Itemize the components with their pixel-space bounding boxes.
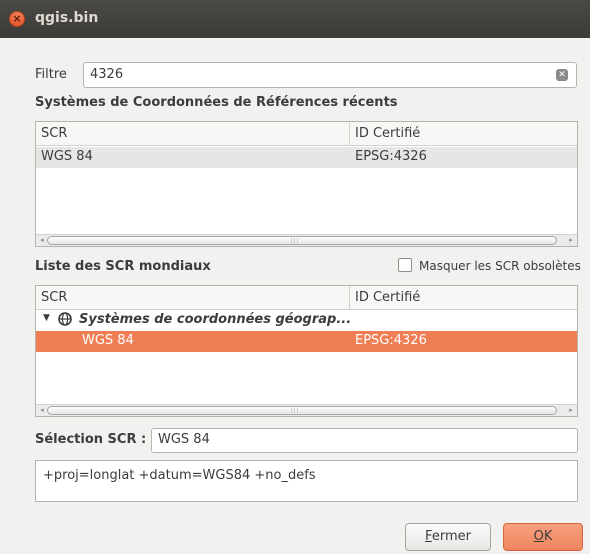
scrollbar-thumb[interactable]: ||| [47, 236, 557, 245]
close-button[interactable]: Fermer [405, 523, 491, 551]
table-row-selected[interactable]: WGS 84 EPSG:4326 [36, 331, 577, 352]
filter-label: Filtre [35, 67, 67, 82]
horizontal-scrollbar[interactable]: ◂ ||| ▸ [36, 404, 577, 416]
horizontal-scrollbar[interactable]: ◂ ||| ▸ [36, 234, 577, 246]
column-header-id[interactable]: ID Certifié [355, 290, 420, 305]
proj-string: +proj=longlat +datum=WGS84 +no_defs [43, 468, 316, 483]
row-crs: WGS 84 [82, 333, 134, 348]
hide-obsolete-label[interactable]: Masquer les SCR obsolètes [419, 259, 581, 273]
close-window-button[interactable]: × [9, 11, 25, 27]
recent-crs-title: Systèmes de Coordonnées de Références ré… [35, 95, 398, 110]
column-header-crs[interactable]: SCR [41, 126, 67, 141]
row-crs: WGS 84 [41, 149, 93, 164]
table-row[interactable]: WGS 84 EPSG:4326 [36, 147, 577, 168]
close-label-rest: ermer [431, 529, 471, 544]
selection-label: Sélection SCR : [35, 432, 147, 447]
clear-filter-icon[interactable]: ✕ [556, 69, 568, 81]
scroll-right-icon[interactable]: ▸ [567, 406, 575, 414]
world-crs-table[interactable]: SCR ID Certifié ▼ Systèmes de coordonnée… [35, 285, 578, 417]
ok-button[interactable]: OK [503, 523, 583, 551]
filter-value: 4326 [90, 67, 124, 82]
column-header-crs[interactable]: SCR [41, 290, 67, 305]
scroll-right-icon[interactable]: ▸ [567, 236, 575, 244]
ok-label-rest: K [543, 529, 553, 544]
recent-table-header: SCR ID Certifié [36, 122, 577, 146]
window-title: qgis.bin [35, 10, 99, 26]
world-table-header: SCR ID Certifié [36, 286, 577, 310]
selection-value: WGS 84 [158, 432, 210, 447]
tree-group-row[interactable]: ▼ Systèmes de coordonnées géograp... [36, 310, 577, 331]
proj-string-box[interactable]: +proj=longlat +datum=WGS84 +no_defs [35, 460, 578, 502]
selection-field: WGS 84 [151, 428, 578, 453]
row-id: EPSG:4326 [355, 333, 427, 348]
expand-arrow-icon[interactable]: ▼ [43, 313, 50, 323]
column-header-id[interactable]: ID Certifié [355, 126, 420, 141]
ok-mnemonic: O [533, 529, 544, 544]
filter-input[interactable]: 4326 ✕ [83, 62, 577, 88]
row-id: EPSG:4326 [355, 149, 427, 164]
scroll-left-icon[interactable]: ◂ [38, 236, 46, 244]
group-label: Systèmes de coordonnées géograp... [79, 312, 352, 327]
world-crs-title: Liste des SCR mondiaux [35, 259, 211, 274]
hide-obsolete-checkbox[interactable] [398, 258, 412, 272]
recent-crs-table[interactable]: SCR ID Certifié WGS 84 EPSG:4326 ◂ ||| ▸ [35, 121, 578, 247]
grip-icon: ||| [291, 408, 300, 414]
scrollbar-thumb[interactable]: ||| [47, 406, 557, 415]
scroll-left-icon[interactable]: ◂ [38, 406, 46, 414]
column-divider [349, 286, 350, 310]
crs-dialog: × qgis.bin Filtre 4326 ✕ Systèmes de Coo… [0, 0, 590, 554]
column-divider [349, 122, 350, 146]
title-bar: × qgis.bin [0, 0, 590, 38]
grip-icon: ||| [291, 238, 300, 244]
globe-icon [57, 311, 73, 331]
close-mnemonic: F [425, 529, 432, 544]
